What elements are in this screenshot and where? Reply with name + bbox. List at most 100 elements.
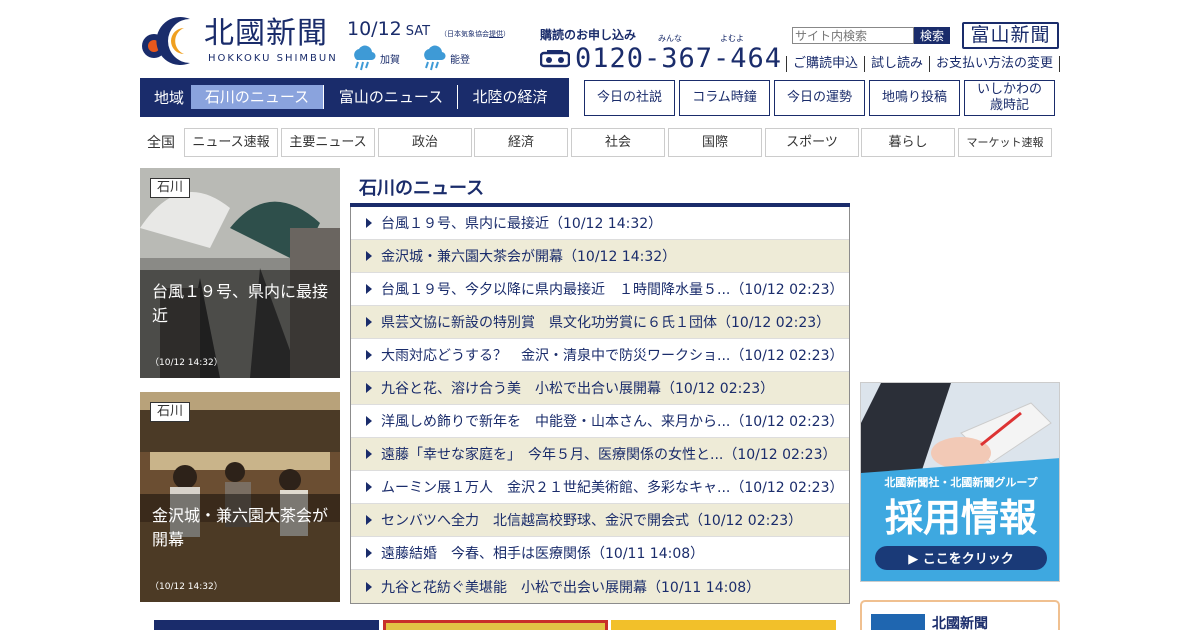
- day-of-week: SAT: [405, 24, 431, 39]
- tab-toyama-news[interactable]: 富山のニュース: [325, 85, 458, 109]
- news-item[interactable]: 遠藤「幸せな家庭を」 今年５月、医療関係の女性と...（10/12 02:23）: [351, 438, 849, 471]
- arrow-right-icon: [366, 482, 372, 492]
- tab-ishikawa-news[interactable]: 石川のニュース: [191, 85, 324, 109]
- region-tag: 石川: [150, 178, 191, 198]
- editorial-button[interactable]: 今日の社説: [584, 80, 675, 116]
- arrow-right-icon: [366, 350, 372, 360]
- arrow-right-icon: [366, 548, 372, 558]
- current-date: 10/12 SAT: [347, 18, 430, 40]
- news-item[interactable]: 県芸文協に新設の特別賞 県文化功労賞に６氏１団体（10/12 02:23）: [351, 306, 849, 339]
- subscribe-heading: 購読のお申し込み: [540, 28, 637, 42]
- arrow-right-icon: [366, 218, 372, 228]
- region-nav: 地域 石川のニュース 富山のニュース 北陸の経済: [140, 78, 569, 117]
- promo-title: 北國新聞: [932, 616, 988, 630]
- category-international[interactable]: 国際: [668, 128, 762, 157]
- date-value: 10/12: [347, 18, 402, 40]
- photo-time: （10/12 14:32）: [150, 582, 223, 592]
- photo-title: 金沢城・兼六園大茶会が開幕: [152, 506, 329, 549]
- tab-hokuriku-economy[interactable]: 北陸の経済: [459, 85, 561, 109]
- news-item[interactable]: 大雨対応どうする？ 金沢・清泉中で防災ワークショ...（10/12 02:23）: [351, 339, 849, 372]
- category-society[interactable]: 社会: [571, 128, 665, 157]
- news-item[interactable]: ムーミン展１万人 金沢２１世紀美術館、多彩なキャ...（10/12 02:23）: [351, 471, 849, 504]
- reader-post-button[interactable]: 地鳴り投稿: [869, 80, 960, 116]
- site-search: 検索: [792, 27, 950, 44]
- news-item[interactable]: 台風１９号、県内に最接近（10/12 14:32）: [351, 207, 849, 240]
- arrow-right-icon: [366, 416, 372, 426]
- phone-number: 0120-367-464: [575, 43, 783, 74]
- link-subscribe[interactable]: ご購読申込: [786, 56, 864, 72]
- column-jisho-button[interactable]: コラム時鐘: [679, 80, 770, 116]
- arrow-right-icon: [366, 383, 372, 393]
- search-button[interactable]: 検索: [914, 27, 950, 44]
- news-list: 台風１９号、県内に最接近（10/12 14:32） 金沢城・兼六園大茶会が開幕（1…: [350, 207, 850, 604]
- rain-icon: [354, 45, 376, 71]
- rain-icon: [424, 45, 446, 71]
- toyama-shimbun-logo[interactable]: 富山新聞: [962, 22, 1059, 49]
- news-section-header: 石川のニュース: [350, 170, 850, 207]
- arrow-right-icon: [366, 581, 372, 592]
- recruit-banner-art: 北國新聞社・北國新聞グループ 採用情報 ▶ ここをクリック: [861, 383, 1059, 581]
- arrow-right-icon: [366, 317, 372, 327]
- logo-name: 北國新聞: [204, 16, 328, 51]
- link-payment[interactable]: お支払い方法の変更: [929, 56, 1061, 72]
- weather-kaga[interactable]: 加賀: [350, 44, 400, 72]
- category-national[interactable]: 全国: [140, 129, 182, 157]
- news-item-title: 県芸文協に新設の特別賞 県文化功労賞に６氏１団体（10/12 02:23）: [381, 315, 831, 331]
- logo-roman: HOKKOKU SHIMBUN: [208, 53, 338, 64]
- region-tag: 石川: [150, 402, 191, 422]
- news-item[interactable]: 洋風しめ飾りで新年を 中能登・山本さん、来月から...（10/12 02:23）: [351, 405, 849, 438]
- search-input[interactable]: [792, 27, 914, 44]
- weather-credit-suffix: ）: [503, 30, 510, 38]
- arrow-right-icon: [366, 449, 372, 459]
- promo-box[interactable]: 北國新聞: [860, 600, 1060, 630]
- weather-credit-prefix: （日本気象協会: [440, 30, 489, 38]
- category-politics[interactable]: 政治: [378, 128, 472, 157]
- weather-area-label: 加賀: [380, 54, 400, 66]
- utility-links: ご購読申込 試し読み お支払い方法の変更: [786, 56, 1061, 72]
- weather-noto[interactable]: 能登: [420, 44, 470, 72]
- news-item-title: 遠藤結婚 今春、相手は医療関係（10/11 14:08）: [381, 546, 705, 562]
- news-item-title: 九谷と花、溶け合う美 小松で出合い展開幕（10/12 02:23）: [381, 381, 775, 397]
- site-logo[interactable]: 北國新聞 HOKKOKU SHIMBUN: [140, 16, 340, 66]
- category-top-news[interactable]: 主要ニュース: [281, 128, 375, 157]
- weather-credit-link[interactable]: 提供: [489, 30, 503, 38]
- logo-mark-icon: [142, 17, 190, 65]
- bottom-ad-3[interactable]: [611, 620, 836, 630]
- recruit-button: ▶ ここをクリック: [908, 552, 1014, 567]
- news-item[interactable]: 台風１９号、今夕以降に県内最接近 １時間降水量５...（10/12 02:23）: [351, 273, 849, 306]
- category-living[interactable]: 暮らし: [861, 128, 955, 157]
- bottom-ad-1[interactable]: [154, 620, 379, 630]
- photo-title: 台風１９号、県内に最接近: [152, 282, 329, 325]
- news-item[interactable]: 遠藤結婚 今春、相手は医療関係（10/11 14:08）: [351, 537, 849, 570]
- subscribe-phone[interactable]: みんな よむよ 0120-367-464: [540, 34, 783, 76]
- category-sports[interactable]: スポーツ: [765, 128, 859, 157]
- horoscope-button[interactable]: 今日の運勢: [774, 80, 865, 116]
- news-item-title: 洋風しめ飾りで新年を 中能登・山本さん、来月から...（10/12 02:23）: [381, 414, 844, 430]
- arrow-right-icon: [366, 251, 372, 261]
- news-item-title: 台風１９号、今夕以降に県内最接近 １時間降水量５...（10/12 02:23）: [381, 282, 844, 298]
- news-item-title: 大雨対応どうする？ 金沢・清泉中で防災ワークショ...（10/12 02:23）: [381, 348, 844, 364]
- news-item[interactable]: 九谷と花紡ぐ美堪能 小松で出会い展開幕（10/11 14:08）: [351, 570, 849, 603]
- arrow-right-icon: [366, 515, 372, 525]
- link-trial[interactable]: 試し読み: [864, 56, 929, 72]
- photo-time: （10/12 14:32）: [150, 358, 223, 368]
- weather-credit: （日本気象協会提供）: [440, 29, 510, 39]
- photo-card-typhoon[interactable]: 石川 台風１９号、県内に最接近 （10/12 14:32）: [140, 168, 340, 378]
- seasonal-calendar-button[interactable]: いしかわの 歳時記: [964, 80, 1055, 116]
- arrow-right-icon: [366, 284, 372, 294]
- recruit-banner[interactable]: 北國新聞社・北國新聞グループ 採用情報 ▶ ここをクリック: [860, 382, 1060, 582]
- newspaper-thumbnail-icon: [871, 614, 925, 630]
- news-item[interactable]: 九谷と花、溶け合う美 小松で出合い展開幕（10/12 02:23）: [351, 372, 849, 405]
- news-item-title: 台風１９号、県内に最接近（10/12 14:32）: [381, 216, 663, 232]
- news-item-title: 遠藤「幸せな家庭を」 今年５月、医療関係の女性と...（10/12 02:23）: [381, 447, 837, 463]
- bottom-ad-2[interactable]: [383, 620, 608, 630]
- photo-card-tea-ceremony[interactable]: 石川 金沢城・兼六園大茶会が開幕 （10/12 14:32）: [140, 392, 340, 602]
- region-label: 地域: [154, 89, 185, 107]
- category-economy[interactable]: 経済: [474, 128, 568, 157]
- news-item-title: 金沢城・兼六園大茶会が開幕（10/12 14:32）: [381, 249, 677, 265]
- phone-icon: [540, 50, 570, 68]
- category-breaking[interactable]: ニュース速報: [184, 128, 278, 157]
- news-item[interactable]: センバツへ全力 北信越高校野球、金沢で開会式（10/12 02:23）: [351, 504, 849, 537]
- category-market[interactable]: マーケット速報: [958, 128, 1052, 157]
- news-item[interactable]: 金沢城・兼六園大茶会が開幕（10/12 14:32）: [351, 240, 849, 273]
